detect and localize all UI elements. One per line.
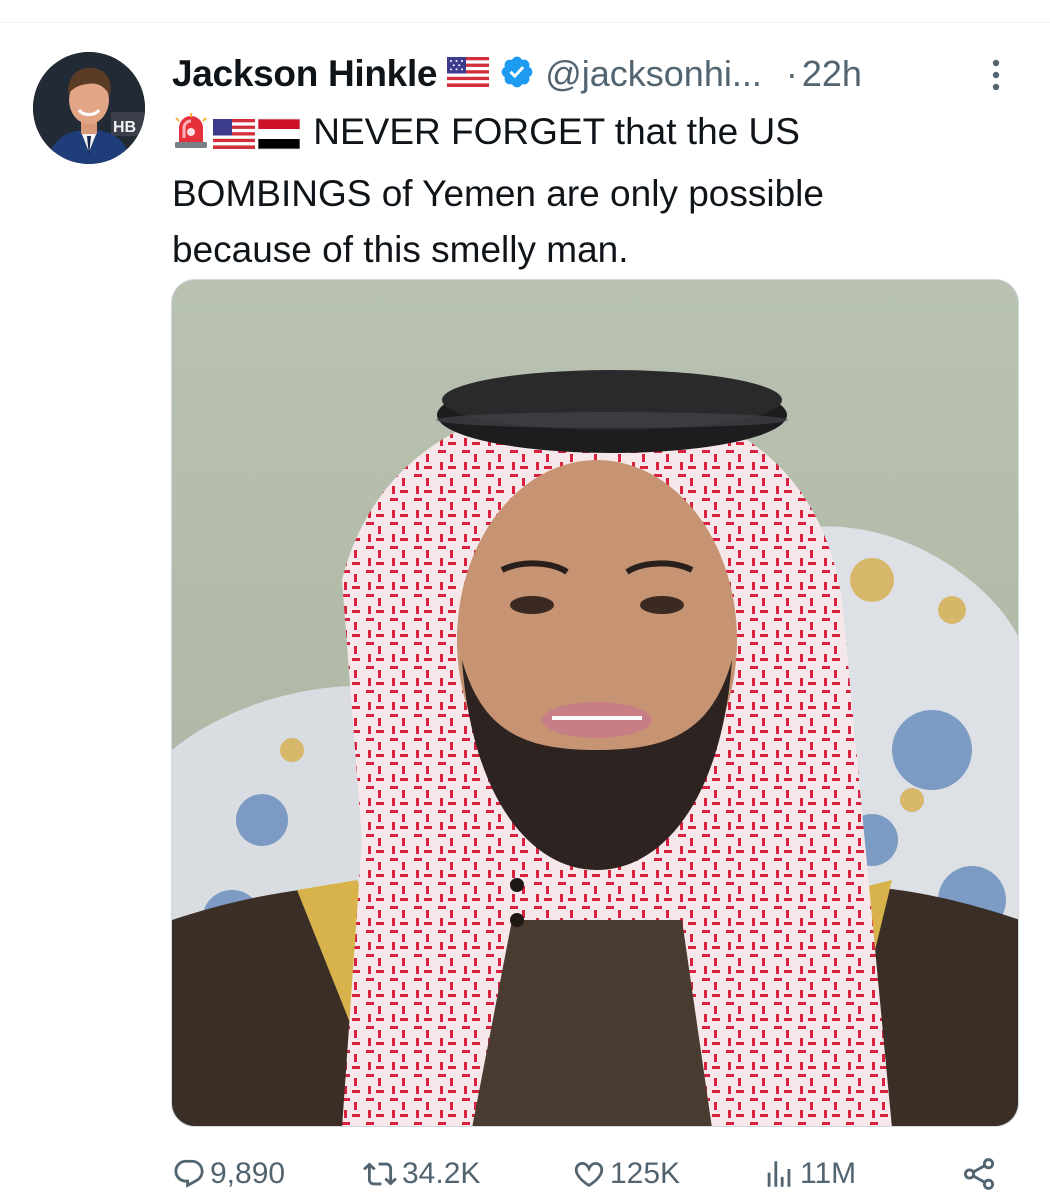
reply-icon (174, 1159, 204, 1188)
tweet-text-line-2: BOMBINGS of Yemen are only possible (172, 173, 824, 214)
author-name[interactable]: Jackson Hinkle (172, 53, 438, 95)
like-count: 125K (610, 1157, 681, 1190)
separator-dot: · (785, 53, 798, 94)
tweet-header: Jackson Hinkle @jacksonhi... · 22h (172, 52, 1002, 96)
views-count: 11M (800, 1157, 857, 1190)
top-divider (0, 22, 1050, 23)
tweet-text-line-3: because of this smelly man. (172, 229, 629, 270)
tweet-view: HB Jackson Hinkle @jacksonhi... · 22h NE… (0, 0, 1050, 1200)
author-handle[interactable]: @jacksonhi... (545, 53, 762, 95)
share-icon (963, 1158, 995, 1190)
author-avatar[interactable]: HB (33, 52, 145, 164)
svg-text:HB: HB (113, 119, 136, 136)
share-button[interactable] (960, 1150, 1002, 1198)
flag-yemen-icon (257, 110, 301, 166)
repost-icon (363, 1162, 397, 1186)
heart-icon (574, 1161, 604, 1187)
verified-badge-icon (499, 54, 535, 95)
tweet-timestamp[interactable]: 22h (802, 53, 862, 95)
tweet-media-photo[interactable] (171, 279, 1019, 1127)
reply-count: 9,890 (210, 1157, 286, 1190)
tweet-text-line-1: NEVER FORGET that the US (172, 104, 1002, 166)
repost-button[interactable]: 34.2K (362, 1150, 480, 1198)
more-vertical-icon[interactable] (988, 57, 1004, 98)
like-button[interactable]: 125K (572, 1150, 680, 1198)
rotating-light-icon (172, 110, 210, 166)
reply-button[interactable]: 9,890 (172, 1150, 285, 1198)
repost-count: 34.2K (402, 1157, 481, 1190)
flag-us-icon (447, 56, 490, 92)
tweet-text: NEVER FORGET that the US BOMBINGS of Yem… (172, 104, 1002, 278)
tweet-text-span-1: NEVER FORGET that the US (313, 111, 800, 152)
tweet-actions-bar: 9,890 34.2K 125K 11M (172, 1150, 1002, 1198)
views-button[interactable]: 11M (762, 1150, 856, 1198)
views-chart-icon (767, 1161, 791, 1187)
flag-us-icon (213, 110, 255, 166)
